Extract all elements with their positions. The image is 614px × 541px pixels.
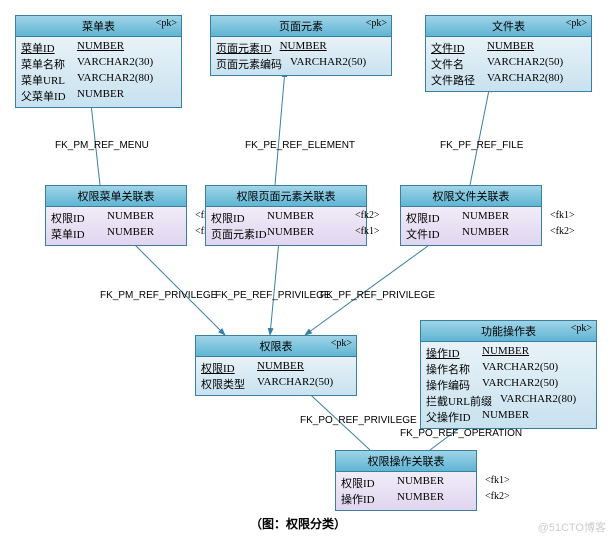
fk-label: FK_PM_REF_PRIVILEGE [100,290,217,301]
watermark: @51CTO博客 [538,519,606,535]
column-row: 操作编码VARCHAR2(50) [426,377,591,393]
column-row: 菜单IDNUMBER<fk1> [51,226,181,242]
table-menu: 菜单表<pk> 菜单IDNUMBER菜单名称VARCHAR2(30)菜单URLV… [15,15,182,108]
column-row: 权限IDNUMBER [201,360,351,376]
column-row: 权限IDNUMBER<fk2> [51,210,181,226]
table-operation: 功能操作表<pk> 操作IDNUMBER操作名称VARCHAR2(50)操作编码… [420,320,597,429]
column-row: 操作IDNUMBER<fk2> [341,491,471,507]
table-file: 文件表<pk> 文件IDNUMBER文件名VARCHAR2(50)文件路径VAR… [425,15,592,92]
column-row: 权限IDNUMBER<fk1> [406,210,536,226]
column-row: 权限IDNUMBER<fk2> [211,210,361,226]
fk-label: FK_PF_REF_FILE [440,140,523,151]
column-row: 文件路径VARCHAR2(80) [431,72,586,88]
table-page-element: 页面元素<pk> 页面元素IDNUMBER页面元素编码VARCHAR2(50) [210,15,392,76]
column-row: 菜单URLVARCHAR2(80) [21,72,176,88]
fk-label: FK_PF_REF_PRIVILEGE [320,290,435,301]
fk-label: FK_PM_REF_MENU [55,140,149,151]
column-row: 文件名VARCHAR2(50) [431,56,586,72]
fk-label: FK_PO_REF_PRIVILEGE [300,415,417,426]
fk-label: FK_PO_REF_OPERATION [400,428,522,439]
column-row: 页面元素IDNUMBER<fk1> [211,226,361,242]
table-privilege: 权限表<pk> 权限IDNUMBER权限类型VARCHAR2(50) [195,335,357,396]
column-row: 父操作IDNUMBER [426,409,591,425]
table-priv-page: 权限页面元素关联表 权限IDNUMBER<fk2>页面元素IDNUMBER<fk… [205,185,367,246]
column-row: 拦截URL前缀VARCHAR2(80) [426,393,591,409]
column-row: 页面元素IDNUMBER [216,40,386,56]
column-row: 文件IDNUMBER<fk2> [406,226,536,242]
table-priv-menu: 权限菜单关联表 权限IDNUMBER<fk2>菜单IDNUMBER<fk1> [45,185,187,246]
column-row: 权限类型VARCHAR2(50) [201,376,351,392]
column-row: 菜单IDNUMBER [21,40,176,56]
fk-label: FK_PE_REF_ELEMENT [245,140,355,151]
column-row: 页面元素编码VARCHAR2(50) [216,56,386,72]
column-row: 菜单名称VARCHAR2(30) [21,56,176,72]
table-priv-operation: 权限操作关联表 权限IDNUMBER<fk1>操作IDNUMBER<fk2> [335,450,477,511]
table-priv-file: 权限文件关联表 权限IDNUMBER<fk1>文件IDNUMBER<fk2> [400,185,542,246]
fk-label: FK_PE_REF_PRIVILEGE [215,290,331,301]
column-row: 操作名称VARCHAR2(50) [426,361,591,377]
diagram-caption: （图：权限分类） [250,515,346,532]
column-row: 父菜单IDNUMBER [21,88,176,104]
column-row: 文件IDNUMBER [431,40,586,56]
column-row: 权限IDNUMBER<fk1> [341,475,471,491]
column-row: 操作IDNUMBER [426,345,591,361]
